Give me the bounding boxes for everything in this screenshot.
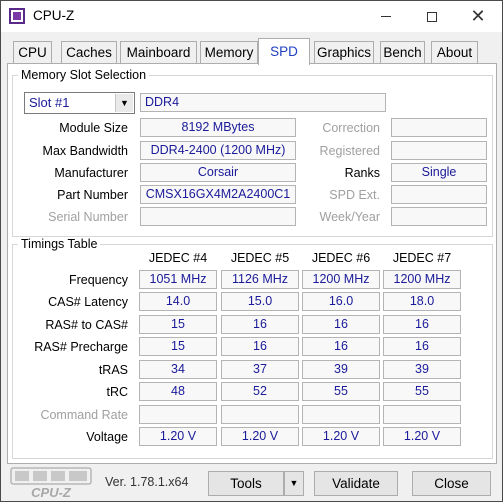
- footer-bar: CPU-Z Ver. 1.78.1.x64 Tools ▼ Validate C…: [1, 464, 502, 501]
- tab-strip: CPU Caches Mainboard Memory SPD Graphics…: [1, 38, 502, 65]
- timings-table-title: Timings Table: [18, 237, 101, 251]
- close-button[interactable]: Close: [412, 471, 491, 496]
- timings-column-header: JEDEC #4: [148, 251, 208, 265]
- version-label: Ver. 1.78.1.x64: [105, 475, 189, 489]
- timing-cell: 1.20 V: [383, 427, 461, 446]
- timing-cell: 1126 MHz: [221, 270, 299, 289]
- command-rate-label: Command Rate: [40, 408, 128, 422]
- timing-cell: 52: [221, 382, 299, 401]
- timing-cell: 55: [383, 382, 461, 401]
- week-year-value: [391, 207, 487, 226]
- manufacturer-value: Corsair: [140, 163, 296, 182]
- close-window-button[interactable]: ✕: [455, 1, 501, 32]
- serial-number-value: [140, 207, 296, 226]
- close-icon: ✕: [470, 6, 486, 27]
- voltage-label: Voltage: [86, 430, 128, 444]
- timing-cell: 55: [302, 382, 380, 401]
- frequency-label: Frequency: [68, 273, 128, 287]
- spd-panel: Memory Slot Selection Slot #1 ▼ DDR4 Mod…: [7, 63, 497, 464]
- timing-cell: [139, 405, 217, 424]
- timing-cell: 16: [302, 337, 380, 356]
- timing-cell: 16: [302, 315, 380, 334]
- timing-cell: 16: [383, 337, 461, 356]
- module-size-label: Module Size: [59, 121, 128, 135]
- tools-button[interactable]: Tools: [208, 471, 284, 496]
- tab-graphics[interactable]: Graphics: [314, 41, 374, 64]
- timing-cell: 37: [221, 360, 299, 379]
- registered-value: [391, 141, 487, 160]
- timing-cell: 15: [139, 315, 217, 334]
- part-number-label: Part Number: [57, 188, 128, 202]
- timing-cell: 16: [383, 315, 461, 334]
- ras-precharge-label: RAS# Precharge: [34, 340, 128, 354]
- tab-spd[interactable]: SPD: [258, 38, 310, 65]
- cpuz-window: CPU-Z ✕ CPU Caches Mainboard Memory SPD …: [0, 0, 503, 502]
- cas-latency-label: CAS# Latency: [48, 295, 128, 309]
- timing-cell: 1.20 V: [139, 427, 217, 446]
- timing-cell: 15: [139, 337, 217, 356]
- timing-cell: 34: [139, 360, 217, 379]
- tab-memory[interactable]: Memory: [200, 41, 258, 64]
- title-bar: CPU-Z ✕: [1, 1, 502, 32]
- cpuz-logo: CPU-Z: [10, 467, 92, 500]
- cpuz-logo-text: CPU-Z: [31, 485, 72, 500]
- manufacturer-label: Manufacturer: [54, 166, 128, 180]
- maximize-button[interactable]: [409, 1, 455, 32]
- spd-ext-label: SPD Ext.: [329, 188, 380, 202]
- ranks-label: Ranks: [344, 166, 380, 180]
- timing-cell: 39: [302, 360, 380, 379]
- tras-label: tRAS: [98, 363, 128, 377]
- timings-column-header: JEDEC #5: [230, 251, 290, 265]
- max-bandwidth-value: DDR4-2400 (1200 MHz): [140, 141, 296, 160]
- ranks-value: Single: [391, 163, 487, 182]
- max-bandwidth-label: Max Bandwidth: [42, 144, 128, 158]
- tab-bench[interactable]: Bench: [380, 41, 425, 64]
- memory-slot-group-title: Memory Slot Selection: [18, 68, 150, 82]
- timing-cell: 39: [383, 360, 461, 379]
- timing-cell: 18.0: [383, 292, 461, 311]
- timing-cell: [221, 405, 299, 424]
- timing-cell: 16.0: [302, 292, 380, 311]
- validate-button[interactable]: Validate: [314, 471, 398, 496]
- chevron-down-icon[interactable]: ▼: [115, 94, 133, 112]
- serial-number-label: Serial Number: [48, 210, 128, 224]
- correction-label: Correction: [322, 121, 380, 135]
- timing-cell: 1.20 V: [302, 427, 380, 446]
- slot-select[interactable]: Slot #1 ▼: [24, 92, 135, 114]
- timing-cell: [383, 405, 461, 424]
- timing-cell: [302, 405, 380, 424]
- timings-column-header: JEDEC #7: [392, 251, 452, 265]
- week-year-label: Week/Year: [319, 210, 380, 224]
- timing-cell: 1200 MHz: [383, 270, 461, 289]
- slot-select-value: Slot #1: [29, 95, 70, 110]
- timings-column-header: JEDEC #6: [311, 251, 371, 265]
- trc-label: tRC: [106, 385, 128, 399]
- part-number-value: CMSX16GX4M2A2400C1: [140, 185, 296, 204]
- timing-cell: 16: [221, 315, 299, 334]
- window-title: CPU-Z: [33, 8, 75, 23]
- ras-to-cas-label: RAS# to CAS#: [45, 318, 128, 332]
- timing-cell: 1051 MHz: [139, 270, 217, 289]
- cpuz-app-icon: [9, 8, 25, 24]
- maximize-icon: [427, 11, 437, 22]
- minimize-icon: [381, 16, 391, 18]
- timing-cell: 15.0: [221, 292, 299, 311]
- timing-cell: 1.20 V: [221, 427, 299, 446]
- timing-cell: 14.0: [139, 292, 217, 311]
- module-size-value: 8192 MBytes: [140, 118, 296, 137]
- tab-cpu[interactable]: CPU: [13, 41, 52, 64]
- registered-label: Registered: [319, 144, 380, 158]
- timing-cell: 48: [139, 382, 217, 401]
- tab-about[interactable]: About: [431, 41, 478, 64]
- correction-value: [391, 118, 487, 137]
- chevron-down-icon: ▼: [289, 478, 299, 488]
- spd-ext-value: [391, 185, 487, 204]
- memory-type-value: DDR4: [140, 93, 386, 112]
- timing-cell: 1200 MHz: [302, 270, 380, 289]
- tools-dropdown-button[interactable]: ▼: [284, 471, 304, 496]
- minimize-button[interactable]: [363, 1, 409, 32]
- timing-cell: 16: [221, 337, 299, 356]
- tab-caches[interactable]: Caches: [61, 41, 117, 64]
- tab-mainboard[interactable]: Mainboard: [120, 41, 197, 64]
